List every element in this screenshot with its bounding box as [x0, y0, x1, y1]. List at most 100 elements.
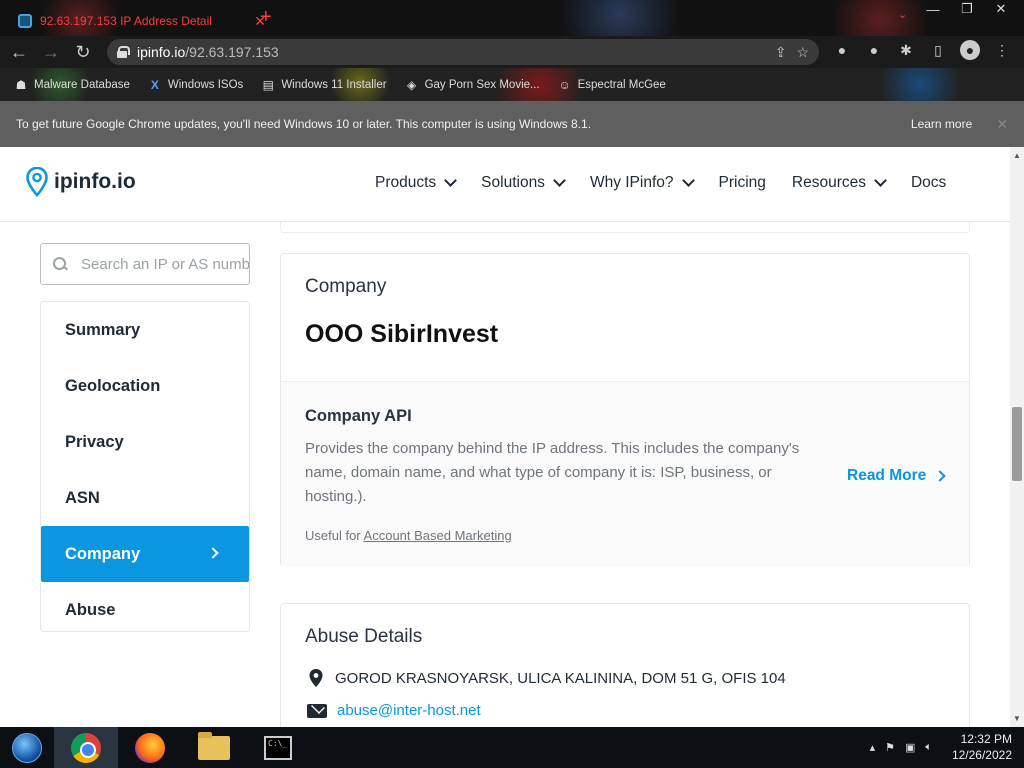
section-sidebar: Summary Geolocation Privacy ASN Company … [40, 301, 250, 632]
minimize-button[interactable]: — [916, 0, 950, 18]
nav-products[interactable]: Products [375, 174, 458, 192]
profile-avatar-icon[interactable]: ● [960, 40, 980, 60]
firefox-icon [135, 732, 165, 763]
lock-icon[interactable] [117, 46, 130, 58]
tray-expand-icon[interactable]: ▴ [870, 741, 876, 754]
site-logo[interactable]: ipinfo.io [26, 167, 136, 197]
chrome-icon [71, 732, 101, 763]
update-message: To get future Google Chrome updates, you… [16, 117, 592, 131]
chevron-down-icon [874, 174, 887, 187]
url-text[interactable]: ipinfo.io/92.63.197.153 [137, 44, 765, 60]
scroll-down-icon[interactable]: ▼ [1013, 714, 1021, 723]
abuse-card: Abuse Details GOROD KRASNOYARSK, ULICA K… [280, 603, 970, 727]
scroll-up-icon[interactable]: ▲ [1013, 151, 1021, 160]
bookmark-item[interactable]: X Windows ISOs [148, 78, 243, 92]
taskbar-cmd[interactable]: C:\_ [246, 727, 310, 768]
ip-search-input[interactable]: Search an IP or AS number [40, 243, 250, 285]
chevron-right-icon [207, 547, 219, 559]
bookmark-item[interactable]: ◈ Gay Porn Sex Movie... [405, 78, 540, 92]
chevron-down-icon [553, 174, 566, 187]
bookmark-star-icon[interactable]: ☆ [796, 44, 809, 61]
tab-search-icon[interactable]: ⌄ [898, 8, 907, 21]
page-icon: ◈ [406, 77, 417, 92]
close-window-button[interactable]: ✕ [984, 0, 1018, 18]
browser-toolbar: ← → ↻ ipinfo.io/92.63.197.153 ⇪ ☆ ● ● ✱ … [0, 36, 1024, 68]
profile-extension-icon[interactable]: ● [864, 40, 884, 60]
x-icon: X [150, 77, 159, 92]
command-prompt-icon: C:\_ [264, 735, 292, 760]
company-api-panel: Company API Provides the company behind … [281, 381, 969, 567]
main-nav: Products Solutions Why IPinfo? Pricing R… [375, 174, 972, 192]
forward-button[interactable]: → [38, 39, 64, 65]
nav-docs[interactable]: Docs [911, 174, 946, 192]
clock-time: 12:32 PM [960, 732, 1012, 746]
windows-taskbar: C:\_ ▴ ⚑ ▣ 🔈︎ 12:32 PM 12/26/2022 [0, 727, 1024, 768]
search-icon [53, 257, 67, 271]
tab-title: 92.63.197.153 IP Address Detail [40, 14, 212, 28]
new-tab-button[interactable]: + [260, 7, 272, 27]
back-button[interactable]: ← [6, 39, 32, 65]
scroll-thumb[interactable] [1012, 407, 1022, 481]
address-bar[interactable]: ipinfo.io/92.63.197.153 ⇪ ☆ [107, 39, 819, 65]
abuse-email-row: abuse@inter-host.net [307, 702, 481, 719]
share-icon[interactable]: ⇪ [775, 44, 787, 61]
page-scrollbar[interactable]: ▲ ▼ [1010, 147, 1024, 727]
ipinfo-favicon-icon [18, 14, 32, 28]
sidebar-item-summary[interactable]: Summary [41, 302, 249, 358]
menu-kebab-icon[interactable]: ⋮ [992, 40, 1012, 60]
volume-icon[interactable]: 🔈︎ [925, 741, 932, 754]
useful-for: Useful for Account Based Marketing [305, 528, 512, 543]
window-controls: — ❐ ✕ [916, 0, 1018, 18]
update-infobar: To get future Google Chrome updates, you… [0, 101, 1024, 147]
folder-icon [198, 731, 230, 760]
bookmark-item[interactable]: ☗ Malware Database [14, 78, 130, 92]
reload-button[interactable]: ↻ [70, 39, 96, 65]
restore-button[interactable]: ❐ [950, 0, 984, 18]
account-based-marketing-link[interactable]: Account Based Marketing [364, 528, 512, 543]
chevron-down-icon [681, 174, 695, 187]
sidebar-item-abuse[interactable]: Abuse [41, 582, 249, 638]
bookmarks-bar: ☗ Malware Database X Windows ISOs ▤ Windows… [0, 68, 1024, 101]
web-page: ipinfo.io Products Solutions Why IPinfo?… [0, 147, 1010, 727]
puzzle-extensions-icon[interactable]: ✱ [896, 40, 916, 60]
map-pin-icon [309, 669, 323, 687]
abuse-email-link[interactable]: abuse@inter-host.net [337, 702, 481, 719]
nav-why-ipinfo[interactable]: Why IPinfo? [590, 174, 695, 192]
browser-tab[interactable]: 92.63.197.153 IP Address Detail ✕ [8, 6, 276, 36]
infobar-close-icon[interactable]: ✕ [996, 116, 1008, 133]
bookmark-item[interactable]: ▤ Windows 11 Installer [261, 77, 387, 92]
taskbar-clock[interactable]: 12:32 PM 12/26/2022 [952, 731, 1012, 763]
company-api-heading: Company API [305, 407, 412, 425]
read-more-link[interactable]: Read More [847, 467, 946, 485]
learn-more-link[interactable]: Learn more [911, 117, 972, 131]
taskbar-explorer[interactable] [182, 727, 246, 768]
chevron-right-icon [934, 470, 946, 482]
abuse-label: Abuse Details [305, 626, 423, 647]
windows-orb-icon [12, 732, 42, 763]
network-icon[interactable]: ▣ [905, 741, 915, 754]
company-label: Company [305, 276, 387, 297]
company-api-description: Provides the company behind the IP addre… [305, 440, 800, 505]
clock-date: 12/26/2022 [951, 748, 1012, 762]
action-center-flag-icon[interactable]: ⚑ [885, 741, 895, 754]
bookmark-item[interactable]: ☺ Espectral McGee [558, 77, 665, 92]
abuse-address-row: GOROD KRASNOYARSK, ULICA KALININA, DOM 5… [307, 668, 786, 688]
envelope-icon [307, 703, 327, 718]
nav-pricing[interactable]: Pricing [719, 174, 766, 192]
nav-solutions[interactable]: Solutions [481, 174, 566, 192]
page-icon: ▤ [262, 77, 274, 92]
extension-icons: ● ● ✱ ▯ ● ⋮ [832, 40, 1012, 60]
flag-extension-icon[interactable]: ● [832, 40, 852, 60]
sidebar-item-geolocation[interactable]: Geolocation [41, 358, 249, 414]
malware-icon: ☗ [15, 77, 27, 92]
side-panel-icon[interactable]: ▯ [928, 40, 948, 60]
sidebar-item-asn[interactable]: ASN [41, 470, 249, 526]
sidebar-item-privacy[interactable]: Privacy [41, 414, 249, 470]
ghost-icon: ☺ [558, 77, 571, 92]
taskbar-firefox[interactable] [118, 727, 182, 768]
start-button[interactable] [0, 727, 54, 768]
taskbar-chrome[interactable] [54, 727, 118, 768]
sidebar-item-company[interactable]: Company [41, 526, 249, 582]
nav-resources[interactable]: Resources [792, 174, 887, 192]
chevron-down-icon [444, 174, 458, 187]
